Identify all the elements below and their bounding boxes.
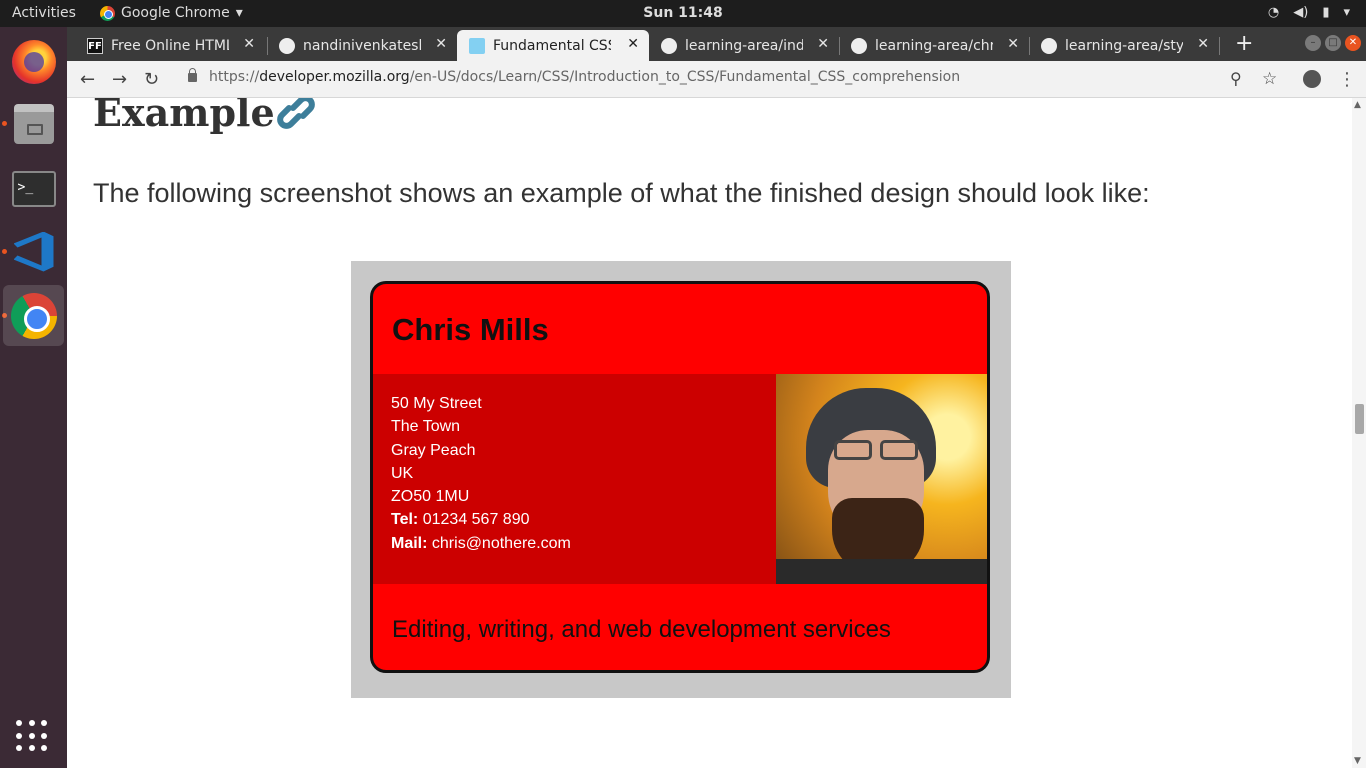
close-icon[interactable]: ✕ bbox=[243, 36, 255, 52]
files-icon bbox=[13, 103, 54, 144]
close-icon[interactable]: ✕ bbox=[1007, 36, 1019, 52]
close-icon[interactable]: ✕ bbox=[1197, 36, 1209, 52]
github-icon bbox=[279, 37, 295, 54]
lock-icon[interactable] bbox=[188, 68, 197, 82]
card-tagline: Editing, writing, and web development se… bbox=[392, 616, 891, 643]
close-icon[interactable]: ✕ bbox=[435, 36, 447, 52]
dock-terminal[interactable]: >_ bbox=[3, 158, 64, 219]
dock-firefox[interactable] bbox=[3, 31, 64, 92]
page-heading: Example bbox=[93, 98, 275, 135]
dock-chrome[interactable] bbox=[3, 285, 64, 346]
browser-toolbar: ← → ↻ https://developer.mozilla.org/en-U… bbox=[67, 61, 1366, 98]
profile-avatar[interactable] bbox=[1303, 70, 1321, 88]
close-icon[interactable]: ✕ bbox=[817, 36, 829, 52]
tab-title: learning-area/inde bbox=[685, 37, 803, 54]
example-screenshot: Chris Mills 50 My Street The Town Gray P… bbox=[351, 261, 1011, 698]
tab-title: nandinivenkatesh bbox=[303, 37, 421, 54]
system-tray[interactable]: ◔ ◀) ▮ ▾ bbox=[1268, 5, 1350, 20]
firefox-icon bbox=[11, 39, 56, 84]
chrome-icon bbox=[100, 5, 115, 21]
chevron-down-icon: ▾ bbox=[235, 5, 243, 21]
mail-value: chris@nothere.com bbox=[431, 534, 571, 552]
card-details: 50 My Street The Town Gray Peach UK ZO50… bbox=[373, 374, 987, 584]
bookmark-star-icon[interactable]: ☆ bbox=[1262, 69, 1277, 89]
scroll-thumb[interactable] bbox=[1355, 404, 1364, 434]
chevron-down-icon: ▾ bbox=[1343, 5, 1350, 20]
github-icon bbox=[661, 37, 677, 54]
minimize-button[interactable]: – bbox=[1305, 35, 1321, 51]
business-card: Chris Mills 50 My Street The Town Gray P… bbox=[370, 281, 990, 673]
clock[interactable]: Sun 11:48 bbox=[643, 5, 722, 21]
address-bar[interactable]: https://developer.mozilla.org/en-US/docs… bbox=[209, 69, 960, 85]
page-scrollbar[interactable]: ▲ ▼ bbox=[1352, 98, 1366, 768]
dock-vscode[interactable] bbox=[3, 221, 64, 282]
activities-button[interactable]: Activities bbox=[12, 5, 76, 21]
app-menu[interactable]: Google Chrome ▾ bbox=[100, 5, 243, 21]
window-close-button[interactable]: ✕ bbox=[1345, 35, 1361, 51]
url-scheme: https:// bbox=[209, 69, 260, 85]
card-address: 50 My Street The Town Gray Peach UK ZO50… bbox=[391, 392, 571, 555]
system-top-bar: Activities Google Chrome ▾ Sun 11:48 ◔ ◀… bbox=[0, 0, 1366, 27]
tab-title: Free Online HTML bbox=[111, 37, 229, 54]
tel-value: 01234 567 890 bbox=[422, 511, 530, 529]
tab-strip: FF Free Online HTML ✕ nandinivenkatesh ✕… bbox=[67, 27, 1366, 61]
vscode-icon bbox=[13, 231, 54, 272]
tel-line: Tel: 01234 567 890 bbox=[391, 508, 571, 531]
menu-icon[interactable]: ⋮ bbox=[1338, 69, 1356, 90]
profile-photo bbox=[776, 374, 987, 584]
terminal-icon: >_ bbox=[11, 170, 56, 207]
address-line: 50 My Street bbox=[391, 395, 482, 412]
back-button[interactable]: ← bbox=[80, 69, 95, 90]
show-applications-icon[interactable] bbox=[16, 720, 48, 752]
tab-fundamental-css[interactable]: Fundamental CSS c ✕ bbox=[457, 30, 649, 61]
tab-title: learning-area/chri bbox=[875, 37, 993, 54]
address-line: UK bbox=[391, 464, 414, 482]
tab-learning-area-chris[interactable]: learning-area/chri ✕ bbox=[839, 30, 1029, 61]
dock-files[interactable] bbox=[3, 93, 64, 154]
address-line: ZO50 1MU bbox=[391, 488, 470, 506]
tab-learning-area-style[interactable]: learning-area/style ✕ bbox=[1029, 30, 1219, 61]
scroll-up-arrow-icon[interactable]: ▲ bbox=[1354, 100, 1361, 110]
mail-label: Mail: bbox=[391, 534, 428, 552]
reload-button[interactable]: ↻ bbox=[144, 69, 159, 90]
ff-favicon-icon: FF bbox=[87, 37, 103, 54]
mail-line: Mail: chris@nothere.com bbox=[391, 532, 571, 555]
tel-label: Tel: bbox=[391, 511, 419, 529]
address-line: Gray Peach bbox=[391, 441, 476, 459]
close-icon[interactable]: ✕ bbox=[627, 36, 639, 52]
new-tab-button[interactable]: + bbox=[1235, 31, 1253, 56]
tab-learning-area-index[interactable]: learning-area/inde ✕ bbox=[649, 30, 839, 61]
card-name: Chris Mills bbox=[392, 312, 549, 347]
forward-button[interactable]: → bbox=[112, 69, 127, 90]
volume-icon: ◀) bbox=[1293, 5, 1309, 20]
page-content: Example The following screenshot shows a… bbox=[67, 98, 1352, 768]
dock: >_ bbox=[0, 27, 67, 768]
maximize-button[interactable]: □ bbox=[1325, 35, 1341, 51]
github-icon bbox=[1041, 37, 1057, 54]
permalink-icon[interactable] bbox=[277, 98, 317, 130]
mdn-icon bbox=[469, 37, 485, 54]
url-host: developer.mozilla.org bbox=[259, 69, 410, 85]
chrome-icon bbox=[10, 292, 57, 339]
app-menu-label: Google Chrome bbox=[121, 5, 230, 21]
intro-paragraph: The following screenshot shows an exampl… bbox=[93, 178, 1150, 208]
battery-icon: ▮ bbox=[1322, 5, 1330, 20]
zoom-icon[interactable]: ⚲ bbox=[1230, 69, 1242, 88]
github-icon bbox=[851, 37, 867, 54]
tab-title: Fundamental CSS c bbox=[493, 37, 611, 54]
address-line: The Town bbox=[391, 418, 461, 436]
tab-title: learning-area/style bbox=[1065, 37, 1183, 54]
scroll-down-arrow-icon[interactable]: ▼ bbox=[1354, 756, 1361, 766]
url-path: /en-US/docs/Learn/CSS/Introduction_to_CS… bbox=[409, 69, 961, 85]
tab-github-nandini[interactable]: nandinivenkatesh ✕ bbox=[267, 30, 457, 61]
tab-free-online-html[interactable]: FF Free Online HTML ✕ bbox=[75, 30, 265, 61]
wifi-icon: ◔ bbox=[1267, 5, 1280, 20]
